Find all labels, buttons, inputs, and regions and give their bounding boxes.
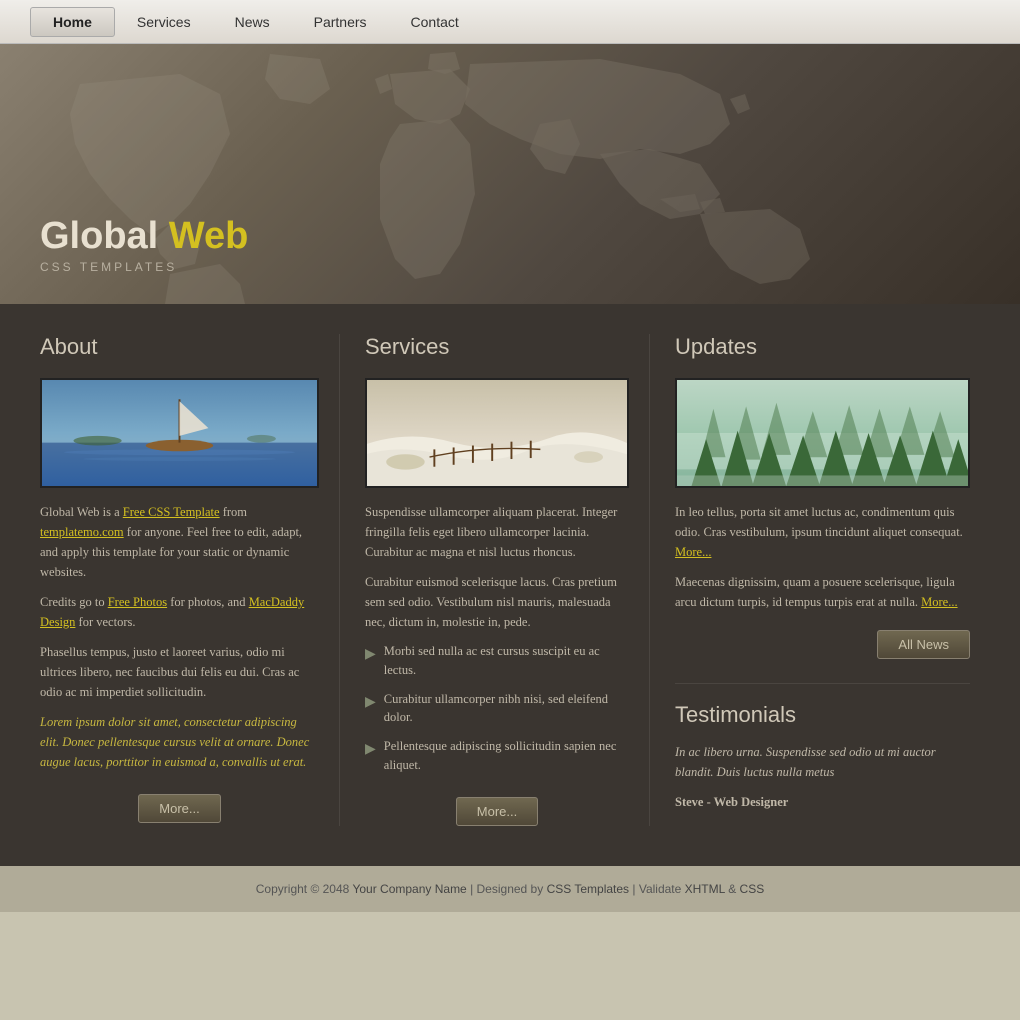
- css-link[interactable]: CSS: [740, 882, 765, 896]
- nav-home[interactable]: Home: [30, 7, 115, 37]
- testimonial-quote: In ac libero urna. Suspendisse sed odio …: [675, 742, 970, 782]
- about-more-button[interactable]: More...: [138, 794, 220, 823]
- about-image: [40, 378, 319, 488]
- templatemo-link[interactable]: templatemo.com: [40, 525, 124, 539]
- nav-contact[interactable]: Contact: [389, 8, 481, 36]
- hero-heading: Global Web: [40, 216, 248, 258]
- xhtml-link[interactable]: XHTML: [685, 882, 725, 896]
- free-photos-link[interactable]: Free Photos: [108, 595, 167, 609]
- updates-p1: In leo tellus, porta sit amet luctus ac,…: [675, 502, 970, 562]
- navigation: Home Services News Partners Contact: [0, 0, 1020, 44]
- services-column: Services: [340, 334, 650, 826]
- services-bullet-1: ▶ Morbi sed nulla ac est cursus suscipit…: [365, 642, 629, 680]
- updates-heading: Updates: [675, 334, 970, 360]
- services-p2: Curabitur euismod scelerisque lacus. Cra…: [365, 572, 629, 632]
- services-image: [365, 378, 629, 488]
- about-p4: Lorem ipsum dolor sit amet, consectetur …: [40, 712, 319, 772]
- services-heading: Services: [365, 334, 629, 360]
- services-bullet-2: ▶ Curabitur ullamcorper nibh nisi, sed e…: [365, 690, 629, 728]
- nav-news[interactable]: News: [213, 8, 292, 36]
- hero-subtitle: CSS Templates: [40, 260, 248, 274]
- bullet-icon-2: ▶: [365, 692, 376, 713]
- about-p1: Global Web is a Free CSS Template from t…: [40, 502, 319, 582]
- services-p1: Suspendisse ullamcorper aliquam placerat…: [365, 502, 629, 562]
- updates-more-link-1[interactable]: More...: [675, 545, 711, 559]
- company-name-link[interactable]: Your Company Name: [352, 882, 466, 896]
- hero-title-plain: Global: [40, 215, 169, 257]
- hero-banner: Global Web CSS Templates: [0, 44, 1020, 304]
- hero-title-yellow: Web: [169, 215, 249, 257]
- testimonials-heading: Testimonials: [675, 702, 970, 728]
- updates-p2: Maecenas dignissim, quam a posuere scele…: [675, 572, 970, 612]
- bullet-icon-1: ▶: [365, 644, 376, 665]
- all-news-btn-wrapper: All News: [675, 622, 970, 659]
- bullet-icon-3: ▶: [365, 739, 376, 760]
- about-p3: Phasellus tempus, justo et laoreet variu…: [40, 642, 319, 702]
- services-more-button[interactable]: More...: [456, 797, 538, 826]
- footer: Copyright © 2048 Your Company Name | Des…: [0, 866, 1020, 912]
- services-bullet-list: ▶ Morbi sed nulla ac est cursus suscipit…: [365, 642, 629, 775]
- about-p2: Credits go to Free Photos for photos, an…: [40, 592, 319, 632]
- all-news-button[interactable]: All News: [877, 630, 970, 659]
- free-css-template-link[interactable]: Free CSS Template: [123, 505, 220, 519]
- about-heading: About: [40, 334, 319, 360]
- updates-column: Updates: [650, 334, 990, 826]
- updates-image: [675, 378, 970, 488]
- content-area: About: [0, 304, 1020, 866]
- nav-services[interactable]: Services: [115, 8, 213, 36]
- updates-more-link-2[interactable]: More...: [921, 595, 957, 609]
- about-column: About: [30, 334, 340, 826]
- services-more-btn-wrapper: More...: [365, 785, 629, 826]
- services-bullet-3: ▶ Pellentesque adipiscing sollicitudin s…: [365, 737, 629, 775]
- css-templates-link[interactable]: CSS Templates: [547, 882, 629, 896]
- testimonials-section: Testimonials In ac libero urna. Suspendi…: [675, 683, 970, 812]
- hero-title-block: Global Web CSS Templates: [40, 216, 248, 274]
- testimonial-author: Steve - Web Designer: [675, 792, 970, 812]
- about-more-btn-wrapper: More...: [40, 782, 319, 823]
- nav-partners[interactable]: Partners: [292, 8, 389, 36]
